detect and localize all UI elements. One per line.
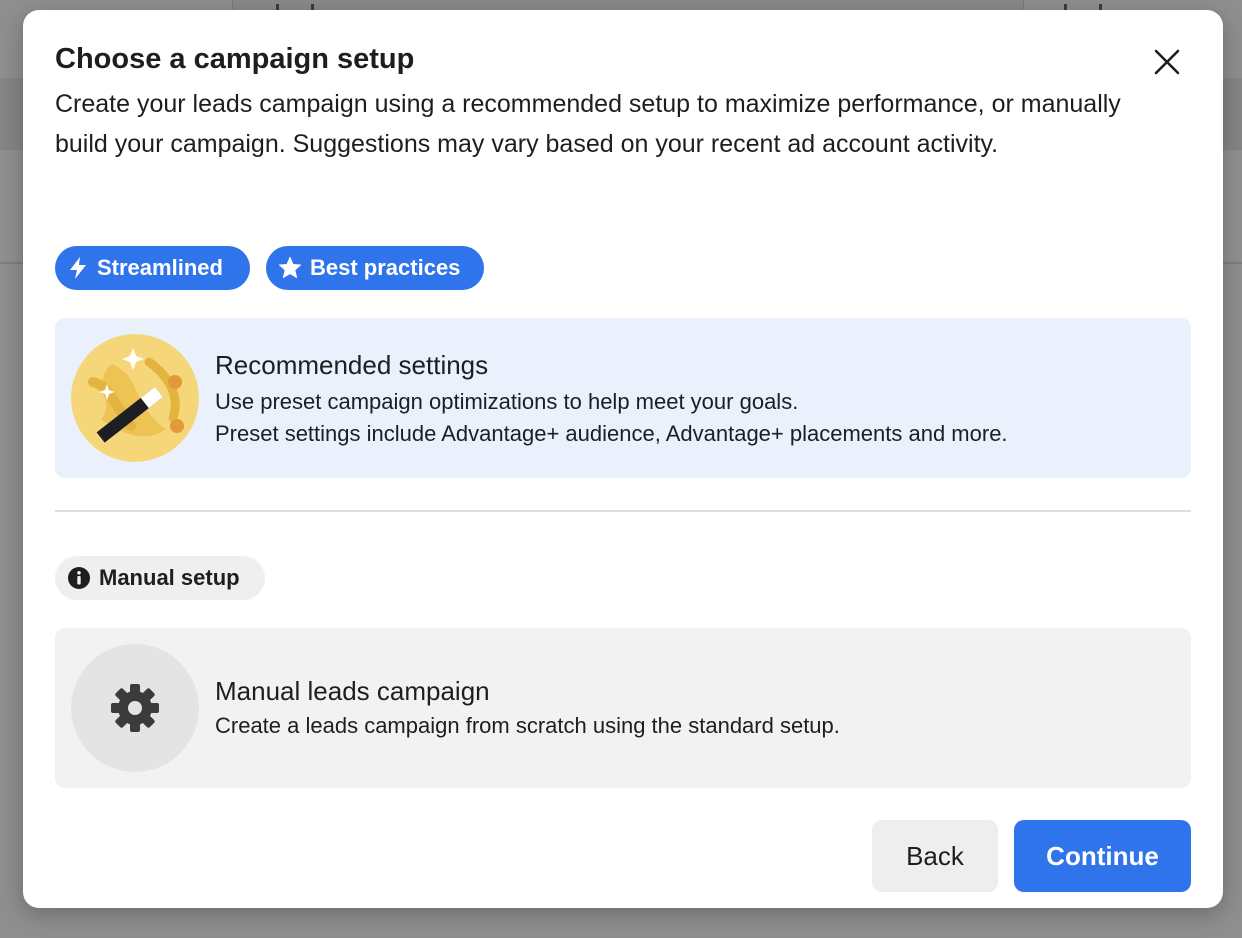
- recommended-settings-description-line2: Preset settings include Advantage+ audie…: [215, 421, 1008, 446]
- streamlined-tag: Streamlined: [55, 246, 250, 290]
- star-icon: [279, 257, 301, 278]
- lightning-bolt-icon: [70, 257, 86, 279]
- manual-leads-campaign-option[interactable]: Manual leads campaign Create a leads cam…: [55, 628, 1191, 788]
- close-icon: [1154, 49, 1180, 75]
- magic-wand-icon: [71, 334, 199, 462]
- back-button[interactable]: Back: [872, 820, 998, 892]
- campaign-setup-dialog: Choose a campaign setup Create your lead…: [23, 10, 1223, 908]
- dialog-subtitle: Create your leads campaign using a recom…: [55, 90, 1121, 158]
- dialog-title: Choose a campaign setup: [55, 43, 415, 75]
- streamlined-tag-label: Streamlined: [97, 255, 223, 280]
- recommended-settings-title: Recommended settings: [215, 350, 489, 380]
- recommended-settings-description-line1: Use preset campaign optimizations to hel…: [215, 389, 799, 414]
- close-button[interactable]: [1147, 42, 1187, 82]
- section-divider: [55, 510, 1191, 512]
- info-icon: [68, 567, 90, 589]
- recommended-settings-description: Use preset campaign optimizations to hel…: [215, 386, 1008, 450]
- manual-leads-campaign-description: Create a leads campaign from scratch usi…: [215, 713, 840, 738]
- recommended-settings-option[interactable]: Recommended settings Use preset campaign…: [55, 318, 1191, 478]
- manual-leads-campaign-title: Manual leads campaign: [215, 676, 490, 706]
- best-practices-tag-label: Best practices: [310, 255, 461, 280]
- continue-button[interactable]: Continue: [1014, 820, 1191, 892]
- best-practices-tag: Best practices: [266, 246, 484, 290]
- gear-icon: [71, 644, 199, 772]
- manual-setup-tag-label: Manual setup: [99, 565, 240, 590]
- manual-setup-tag: Manual setup: [55, 556, 265, 600]
